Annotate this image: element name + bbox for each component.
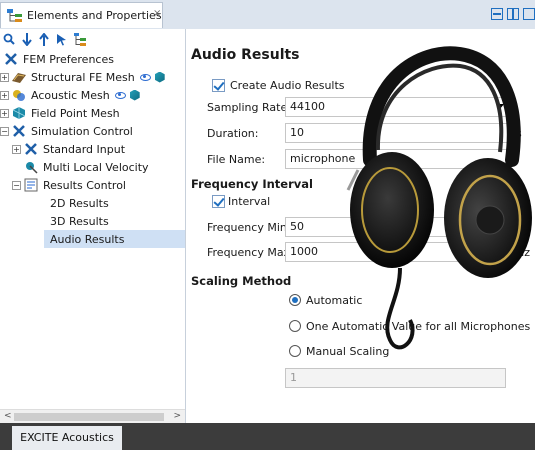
tree-item-label: 2D Results (50, 196, 109, 210)
expand-icon[interactable]: + (0, 90, 9, 100)
tree-item-2d-results[interactable]: 2D Results (50, 194, 109, 212)
duration-label: Duration: (207, 127, 259, 140)
frequency-interval-heading: Frequency Interval (191, 177, 313, 191)
minimize-icon[interactable] (491, 8, 503, 20)
frequency-min-label: Frequency Min: (207, 221, 291, 234)
search-icon[interactable] (3, 33, 15, 45)
scaling-method-heading: Scaling Method (191, 274, 292, 288)
interval-label: Interval (228, 195, 271, 208)
structural-mesh-icon (12, 73, 26, 83)
visibility-eye-icon[interactable] (114, 91, 126, 99)
window-buttons (491, 8, 535, 20)
application-window: Elements and Properties × FEM Preference… (0, 0, 535, 450)
manual-scaling-radio[interactable] (289, 345, 301, 357)
bottom-tab-bar: EXCITE Acoustics (0, 423, 535, 450)
arrow-down-icon[interactable] (22, 32, 32, 46)
manual-scaling-value: 1 (290, 371, 297, 384)
results-control-icon (24, 178, 38, 192)
duration-value: 10 (290, 126, 304, 139)
arrow-up-icon[interactable] (39, 32, 49, 46)
tree-item-label: Field Point Mesh (31, 106, 120, 120)
sampling-rate-value: 44100 (290, 100, 325, 113)
tree-view-icon (7, 9, 22, 22)
interval-checkbox[interactable] (212, 195, 225, 208)
scroll-left-icon[interactable]: < (4, 411, 12, 421)
frequency-min-value: 50 (290, 220, 304, 233)
tab-elements-and-properties[interactable]: Elements and Properties × (0, 2, 163, 28)
tree-item-standard-input[interactable]: + Standard Input (12, 140, 125, 158)
tools-icon (25, 143, 37, 155)
tree-item-label: Structural FE Mesh (31, 70, 135, 84)
split-view-icon[interactable] (507, 8, 519, 20)
tab-bar: Elements and Properties × (0, 0, 535, 30)
tree-item-simulation-control[interactable]: − Simulation Control (0, 122, 133, 140)
hierarchy-icon[interactable] (74, 32, 87, 46)
cube-icon[interactable] (154, 71, 165, 83)
tab-excite-acoustics[interactable]: EXCITE Acoustics (12, 426, 122, 450)
frequency-max-value: 1000 (290, 245, 318, 258)
tree-item-label: Multi Local Velocity (43, 160, 149, 174)
tab-label: Elements and Properties (27, 9, 162, 22)
collapse-icon[interactable]: − (12, 180, 21, 190)
cube-icon[interactable] (129, 89, 140, 101)
field-point-mesh-icon (12, 107, 26, 119)
manual-scaling-input: 1 (285, 368, 506, 388)
tree-item-results-control[interactable]: − Results Control (12, 176, 126, 194)
tree-item-fem-preferences[interactable]: FEM Preferences (4, 50, 114, 68)
maximize-icon[interactable] (523, 8, 535, 20)
panel-title: Audio Results (191, 47, 300, 63)
tree-item-label: Simulation Control (31, 124, 133, 138)
close-tab-icon[interactable]: × (153, 8, 161, 19)
collapse-icon[interactable]: − (0, 126, 9, 136)
tree-item-structural-fe-mesh[interactable]: + Structural FE Mesh (0, 68, 165, 86)
tree-toolbar (3, 31, 87, 47)
tree-item-label: Acoustic Mesh (31, 88, 110, 102)
tree-item-multi-local-velocity[interactable]: Multi Local Velocity (24, 158, 149, 176)
sampling-rate-label: Sampling Rate: (207, 101, 291, 114)
element-tree-pane: FEM Preferences + Structural FE Mesh + A… (0, 29, 186, 424)
tree-item-field-point-mesh[interactable]: + Field Point Mesh (0, 104, 120, 122)
acoustic-mesh-icon (13, 90, 25, 101)
horizontal-scrollbar[interactable]: < > (0, 409, 185, 424)
file-name-label: File Name: (207, 153, 266, 166)
create-audio-checkbox[interactable] (212, 79, 225, 92)
expand-icon[interactable]: + (0, 108, 9, 118)
tools-icon (5, 53, 17, 65)
tree-item-acoustic-mesh[interactable]: + Acoustic Mesh (0, 86, 140, 104)
expand-icon[interactable]: + (12, 144, 21, 154)
scroll-thumb[interactable] (14, 413, 164, 421)
expand-icon[interactable]: + (0, 72, 9, 82)
frequency-max-label: Frequency Max: (207, 246, 294, 259)
tree-item-label: 3D Results (50, 214, 109, 228)
tree-item-label: FEM Preferences (23, 52, 114, 66)
headphones-icon (346, 46, 532, 350)
tools-icon (13, 125, 25, 137)
tree-item-label: Results Control (43, 178, 126, 192)
one-automatic-value-radio[interactable] (289, 320, 301, 332)
visibility-eye-icon[interactable] (139, 73, 151, 81)
scroll-right-icon[interactable]: > (173, 411, 181, 421)
tree-item-label: Standard Input (43, 142, 126, 156)
tree-item-label: Audio Results (50, 232, 125, 246)
automatic-radio[interactable] (289, 294, 301, 306)
tree-item-3d-results[interactable]: 3D Results (50, 212, 109, 230)
pointer-icon[interactable] (56, 33, 67, 46)
tree-item-audio-results[interactable]: Audio Results (44, 230, 185, 248)
velocity-icon (26, 162, 38, 174)
create-audio-label: Create Audio Results (230, 79, 345, 92)
